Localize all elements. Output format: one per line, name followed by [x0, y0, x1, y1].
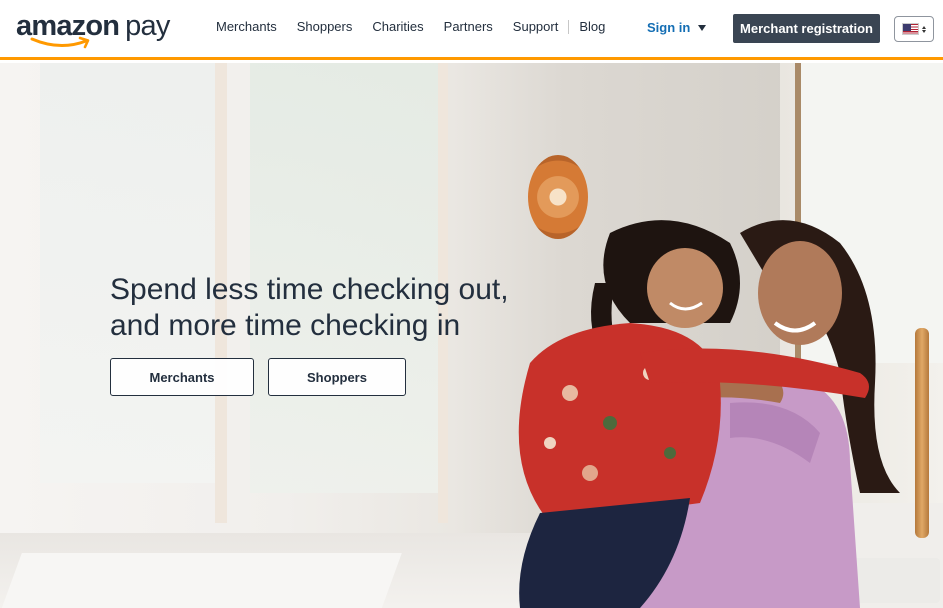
- nav-blog[interactable]: Blog: [579, 19, 605, 34]
- nav-charities[interactable]: Charities: [372, 19, 423, 34]
- nav-partners[interactable]: Partners: [444, 19, 493, 34]
- merchant-registration-button[interactable]: Merchant registration: [733, 14, 880, 43]
- hero-shoppers-button[interactable]: Shoppers: [268, 358, 406, 396]
- countertop: [0, 553, 402, 608]
- sign-in-label: Sign in: [647, 20, 691, 35]
- us-flag-icon: [902, 23, 919, 35]
- faucet: [915, 328, 929, 538]
- site-header: amazon pay Merchants Shoppers Charities P…: [0, 0, 943, 60]
- nav-merchants[interactable]: Merchants: [216, 19, 277, 34]
- hero-photo-mother-daughter: [518, 220, 900, 608]
- hero-headline-line-2: and more time checking in: [110, 309, 461, 342]
- caret-down-icon: [698, 24, 707, 31]
- amazon-pay-logo[interactable]: amazon pay: [16, 8, 176, 49]
- nav-divider: [568, 19, 570, 34]
- hero-headline: Spend less time checking out, and more t…: [110, 272, 509, 344]
- nav-shoppers[interactable]: Shoppers: [297, 19, 353, 34]
- main-nav: Merchants Shoppers Charities Partners Su…: [216, 19, 625, 34]
- locale-selector[interactable]: [894, 16, 934, 42]
- hero-banner: Spend less time checking out, and more t…: [0, 63, 943, 608]
- select-arrows-icon: [922, 25, 926, 33]
- hero-headline-line-1: Spend less time checking out,: [110, 273, 509, 306]
- sign-in-dropdown[interactable]: Sign in: [647, 20, 707, 35]
- nav-support[interactable]: Support: [513, 19, 559, 34]
- logo-word-pay: pay: [125, 10, 170, 42]
- hero-merchants-button[interactable]: Merchants: [110, 358, 254, 396]
- amazon-smile-icon: [30, 36, 90, 49]
